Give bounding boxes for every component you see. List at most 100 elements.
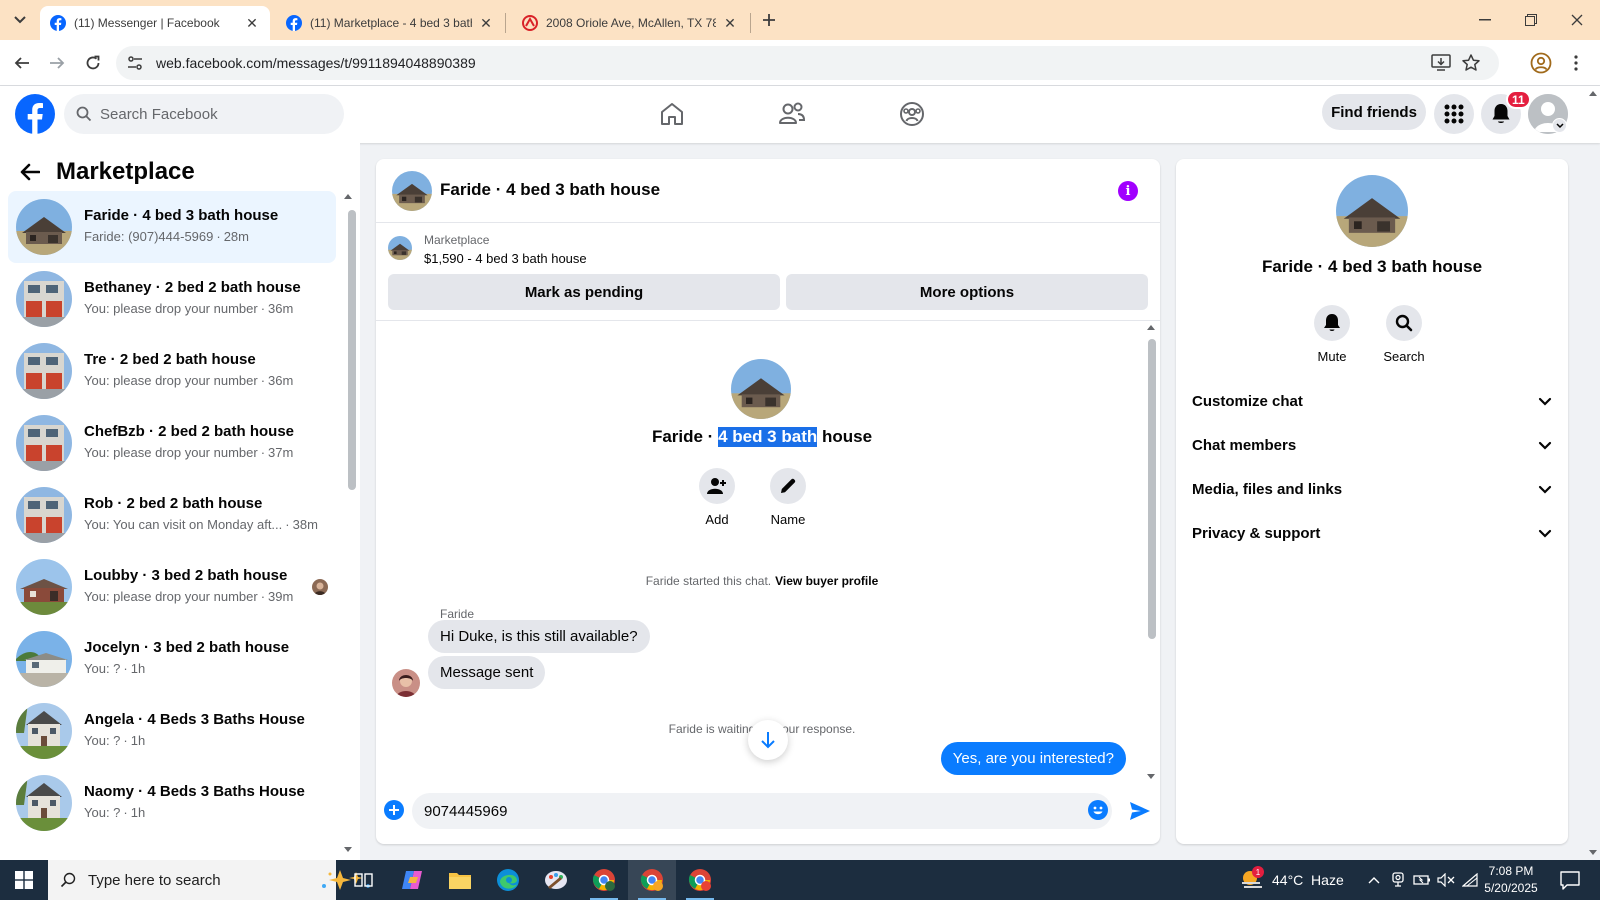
windows-start-icon[interactable] xyxy=(0,860,48,900)
search-in-conversation-button[interactable]: Search xyxy=(1374,305,1434,364)
close-window-icon[interactable] xyxy=(1554,0,1600,40)
conversation-item[interactable]: Jocelyn · 3 bed 2 bath house You: ? · 1h xyxy=(8,623,336,695)
outgoing-message-bubble[interactable]: Yes, are you interested? xyxy=(940,742,1126,775)
taskbar-search-input[interactable] xyxy=(88,860,268,900)
conversation-item[interactable]: Angela · 4 Beds 3 Baths House You: ? · 1h xyxy=(8,695,336,767)
facebook-logo-icon[interactable] xyxy=(15,94,55,134)
conversation-item[interactable]: Faride · 4 bed 3 bath house Faride: (907)… xyxy=(8,191,336,263)
sidebar-scrollbar-thumb[interactable] xyxy=(348,210,356,490)
volume-muted-icon[interactable] xyxy=(1436,870,1456,890)
install-app-icon[interactable] xyxy=(1431,54,1451,72)
conversation-item[interactable]: Loubby · 3 bed 2 bath house You: please d… xyxy=(8,551,336,623)
chrome-profile-h-icon[interactable] xyxy=(580,860,628,900)
mark-as-pending-button[interactable]: Mark as pending xyxy=(388,274,780,310)
conversation-snippet-row: You: ? · 1h xyxy=(84,805,145,820)
conversation-thumbnail xyxy=(16,703,72,759)
conversation-item[interactable]: ChefBzb · 2 bed 2 bath house You: please … xyxy=(8,407,336,479)
weather-widget[interactable]: 1 44°C Haze xyxy=(1240,860,1344,900)
chat-members-section[interactable]: Chat members xyxy=(1192,423,1552,467)
chat-listing-thumbnail[interactable] xyxy=(392,171,432,211)
browser-tab-messenger[interactable]: (11) Messenger | Facebook ✕ xyxy=(40,6,270,40)
webcam-tray-icon[interactable] xyxy=(1388,870,1408,890)
chrome-profile-icon[interactable] xyxy=(1530,52,1552,74)
incoming-message-bubble[interactable]: Message sent xyxy=(428,656,546,689)
more-options-button[interactable]: More options xyxy=(786,274,1148,310)
menu-grid-button[interactable] xyxy=(1434,94,1474,134)
friends-tab[interactable] xyxy=(736,90,848,138)
page-scrollbar[interactable] xyxy=(1586,86,1600,860)
close-tab-icon[interactable]: ✕ xyxy=(722,15,738,31)
edit-name-button[interactable]: Name xyxy=(758,468,818,527)
info-icon[interactable]: i xyxy=(1118,181,1138,201)
conversation-item[interactable]: Bethaney · 2 bed 2 bath house You: please… xyxy=(8,263,336,335)
back-arrow-icon[interactable] xyxy=(9,50,35,76)
taskbar-clock[interactable]: 7:08 PM 5/20/2025 xyxy=(1476,863,1546,897)
conversation-item[interactable]: Tre · 2 bed 2 bath house You: please drop… xyxy=(8,335,336,407)
account-chevron-down-icon[interactable] xyxy=(1552,118,1567,133)
back-arrow-icon[interactable] xyxy=(16,158,44,186)
browser-tab-realtor[interactable]: 2008 Oriole Ave, McAllen, TX 78 ✕ xyxy=(512,6,748,40)
facebook-search-box[interactable] xyxy=(64,94,344,134)
conversation-time: 36m xyxy=(268,301,294,316)
selected-text: 4 bed 3 bath xyxy=(718,427,818,447)
minimize-window-icon[interactable] xyxy=(1462,0,1508,40)
conversation-info-panel: Faride · 4 bed 3 bath house Mute Search … xyxy=(1176,159,1568,844)
search-icon xyxy=(60,872,76,888)
marketplace-label: Marketplace xyxy=(424,233,490,247)
tab-search-chevron-icon[interactable] xyxy=(8,8,32,32)
send-icon[interactable] xyxy=(1128,799,1152,823)
media-files-links-section[interactable]: Media, files and links xyxy=(1192,467,1552,511)
site-info-icon[interactable] xyxy=(126,54,144,72)
notification-center-icon[interactable] xyxy=(1558,868,1582,892)
chat-title[interactable]: Faride · 4 bed 3 bath house xyxy=(440,180,660,200)
taskbar-search-box[interactable] xyxy=(48,860,370,900)
chrome-active-window-icon[interactable] xyxy=(628,860,676,900)
restore-window-icon[interactable] xyxy=(1508,0,1554,40)
battery-tray-icon[interactable] xyxy=(1412,870,1432,890)
chrome-window-icon[interactable] xyxy=(676,860,724,900)
groups-tab[interactable] xyxy=(856,90,968,138)
privacy-support-section[interactable]: Privacy & support xyxy=(1192,511,1552,555)
show-hidden-icons-chevron-icon[interactable] xyxy=(1364,870,1384,890)
mute-button[interactable]: Mute xyxy=(1302,305,1362,364)
chat-panel: Faride · 4 bed 3 bath house i Marketplac… xyxy=(376,159,1160,844)
copilot-icon[interactable] xyxy=(388,860,436,900)
conversation-snippet: Faride: (907)444-5969 xyxy=(84,229,214,244)
reload-icon[interactable] xyxy=(80,50,106,76)
scroll-to-bottom-button[interactable] xyxy=(748,720,788,760)
view-buyer-profile-link[interactable]: View buyer profile xyxy=(775,574,878,588)
message-field[interactable] xyxy=(412,793,1112,829)
separator-dot: · xyxy=(123,805,128,820)
listing-thumbnail[interactable] xyxy=(388,236,412,260)
close-tab-icon[interactable]: ✕ xyxy=(244,15,260,31)
task-view-icon[interactable] xyxy=(340,860,388,900)
browser-tab-marketplace[interactable]: (11) Marketplace - 4 bed 3 bath ✕ xyxy=(276,6,504,40)
conversation-item[interactable]: Rob · 2 bed 2 bath house You: You can vis… xyxy=(8,479,336,551)
chat-scrollbar-thumb[interactable] xyxy=(1148,339,1156,639)
conversation-name: Rob · 2 bed 2 bath house xyxy=(84,495,263,512)
listing-price-title[interactable]: $1,590 - 4 bed 3 bath house xyxy=(424,251,587,266)
incoming-message-bubble[interactable]: Hi Duke, is this still available? xyxy=(428,620,650,653)
weather-text: 44°C Haze xyxy=(1272,872,1344,888)
home-tab[interactable] xyxy=(616,90,728,138)
plus-icon[interactable] xyxy=(384,800,404,820)
info-listing-avatar[interactable] xyxy=(1336,175,1408,247)
forward-arrow-icon[interactable] xyxy=(44,50,70,76)
new-tab-plus-icon[interactable] xyxy=(758,9,780,31)
add-member-button[interactable]: Add xyxy=(687,468,747,527)
close-tab-icon[interactable]: ✕ xyxy=(478,15,494,31)
emoji-icon[interactable] xyxy=(1088,800,1108,820)
customize-chat-section[interactable]: Customize chat xyxy=(1192,379,1552,423)
edge-browser-icon[interactable] xyxy=(484,860,532,900)
conversation-item[interactable]: Naomy · 4 Beds 3 Baths House You: ? · 1h xyxy=(8,767,336,839)
paint-app-icon[interactable] xyxy=(532,860,580,900)
find-friends-button[interactable]: Find friends xyxy=(1322,94,1426,130)
facebook-search-input[interactable] xyxy=(100,94,336,134)
sender-avatar[interactable] xyxy=(392,669,420,697)
message-input[interactable] xyxy=(424,793,1064,829)
bookmark-star-icon[interactable] xyxy=(1461,53,1481,73)
address-bar[interactable]: web.facebook.com/messages/t/991189404889… xyxy=(116,46,1499,80)
file-explorer-icon[interactable] xyxy=(436,860,484,900)
conversation-time: 1h xyxy=(130,661,146,676)
chrome-menu-icon[interactable] xyxy=(1566,52,1586,74)
